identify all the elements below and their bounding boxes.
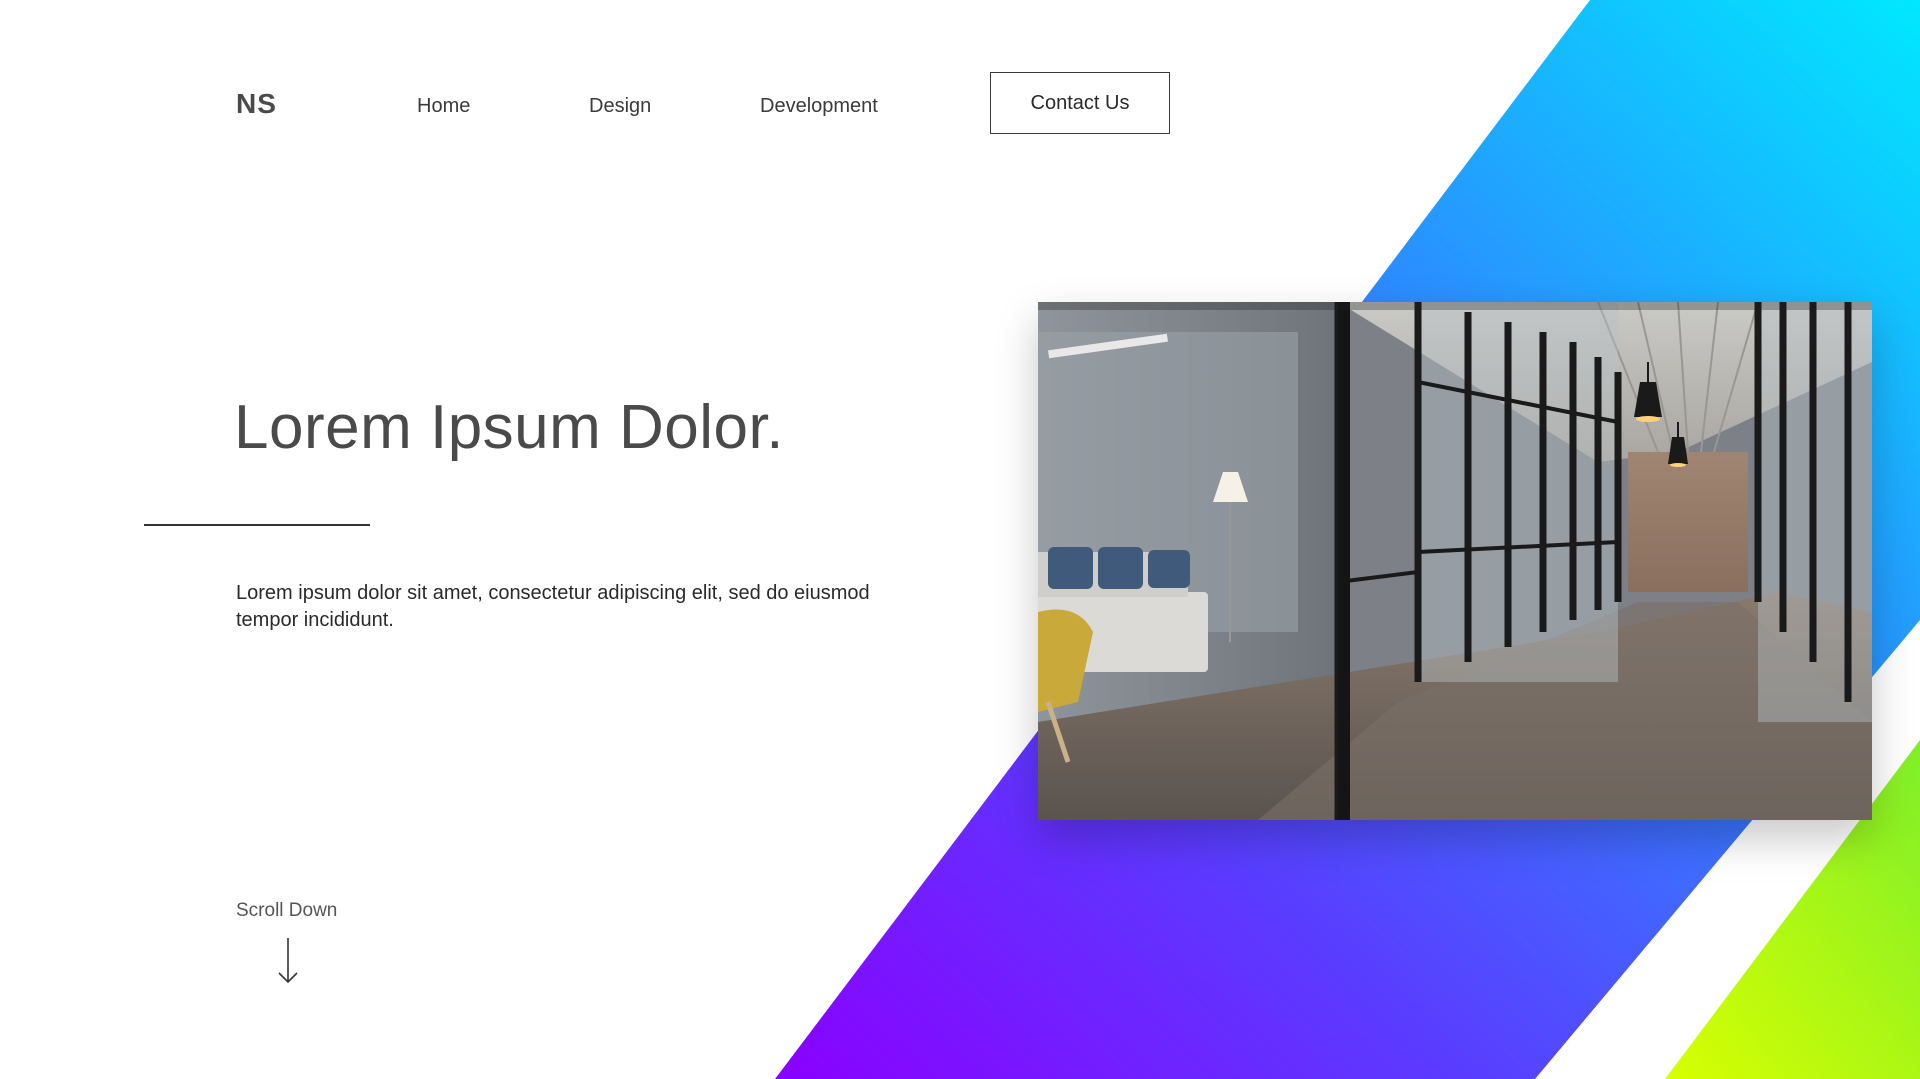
logo[interactable]: NS xyxy=(236,88,277,120)
hero-headline: Lorem Ipsum Dolor. xyxy=(234,393,784,462)
nav-link-development[interactable]: Development xyxy=(760,95,878,118)
hero-body-text: Lorem ipsum dolor sit amet, consectetur … xyxy=(236,582,870,631)
nav-link-home[interactable]: Home xyxy=(417,95,470,118)
contact-us-button[interactable]: Contact Us xyxy=(990,72,1170,134)
hero-office-photo xyxy=(1038,302,1872,820)
arrow-down-icon[interactable] xyxy=(276,938,300,984)
hero-divider xyxy=(144,524,370,526)
scroll-down-label[interactable]: Scroll Down xyxy=(236,900,337,922)
nav-link-design[interactable]: Design xyxy=(589,95,651,118)
